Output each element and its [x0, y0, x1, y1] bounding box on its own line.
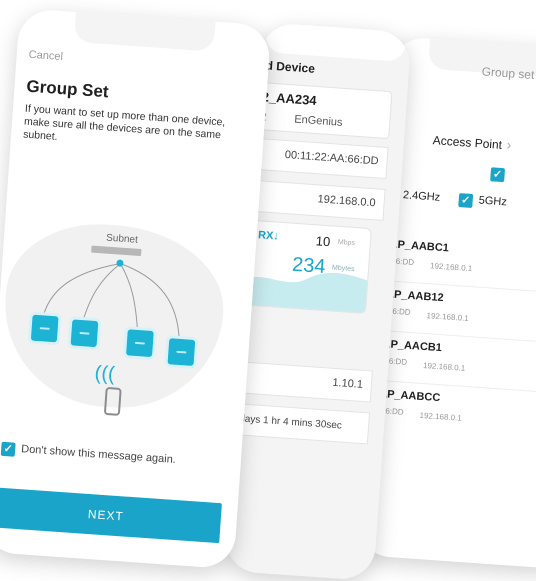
dont-show-label: Don't show this message again. [20, 443, 177, 466]
next-button-label: NEXT [87, 506, 125, 524]
access-point-icon [67, 316, 102, 351]
band-24-label: 2.4GHz [402, 189, 441, 204]
rx-value-1: 10 [315, 233, 331, 250]
firmware-value: 1.10.1 [331, 376, 364, 391]
device-brand: EnGenius [293, 113, 343, 129]
rx-label: RX↓ [257, 229, 280, 243]
wifi-icon: ((( [93, 362, 116, 386]
cancel-link[interactable]: Cancel [28, 49, 63, 63]
phone-notch [264, 22, 407, 63]
rx-unit-1: Mbps [337, 238, 356, 248]
ip-field: 192.168.0.0 [248, 179, 386, 221]
access-point-icon [122, 326, 157, 361]
rx-value-2: 234 [291, 253, 327, 278]
device-name: 2_AA234 [261, 89, 318, 108]
description-text: If you want to set up more than one devi… [22, 102, 226, 143]
dont-show-checkbox[interactable]: ✓ [0, 441, 16, 457]
group-set-title: Group set [481, 64, 535, 83]
list-item[interactable]: 57AP_AABCC :AA:66:DD 192.168.0.1 [365, 381, 536, 444]
mac-value: 00:11:22:AA:66:DD [284, 148, 379, 168]
access-point-icon [164, 335, 199, 370]
mode-value[interactable]: Access Point [432, 133, 502, 152]
uptime-value: days 1 hr 4 mins 30sec [238, 413, 343, 432]
next-button[interactable]: NEXT [0, 487, 222, 544]
device-ip: 192.168.0.1 [429, 261, 473, 274]
firmware-field: 1.10.1 [236, 361, 373, 403]
band-5-label: 5GHz [478, 194, 508, 209]
device-ip: 192.168.0.1 [419, 410, 463, 423]
rx-unit-2: Mbytes [331, 264, 355, 274]
ip-value: 192.168.0.0 [317, 193, 377, 210]
smartphone-icon [103, 386, 122, 416]
page-title: Group Set [25, 76, 110, 102]
chevron-right-icon: › [506, 136, 512, 153]
checkbox-checked[interactable]: ✓ [490, 167, 506, 183]
band-checkbox-5[interactable]: ✓ [458, 193, 474, 209]
phone-group-set-intro: Cancel Group Set If you want to set up m… [0, 8, 272, 570]
uptime-field: days 1 hr 4 mins 30sec [233, 403, 371, 445]
subnet-label: Subnet [105, 232, 139, 246]
device-ip: 192.168.0.1 [422, 360, 466, 373]
device-name-card: 2_AA234 2 EnGenius [254, 81, 393, 140]
device-ip: 192.168.0.1 [426, 311, 470, 324]
device-list: 57AP_AABC1 :AA:66:DD 192.168.0.1 57AP_AA… [366, 231, 536, 423]
mac-field: 00:11:22:AA:66:DD [251, 137, 389, 180]
rx-card: RX↓ 10 Mbps 234 Mbytes [244, 219, 372, 314]
access-point-icon [27, 311, 62, 346]
phone-notch [73, 11, 216, 52]
